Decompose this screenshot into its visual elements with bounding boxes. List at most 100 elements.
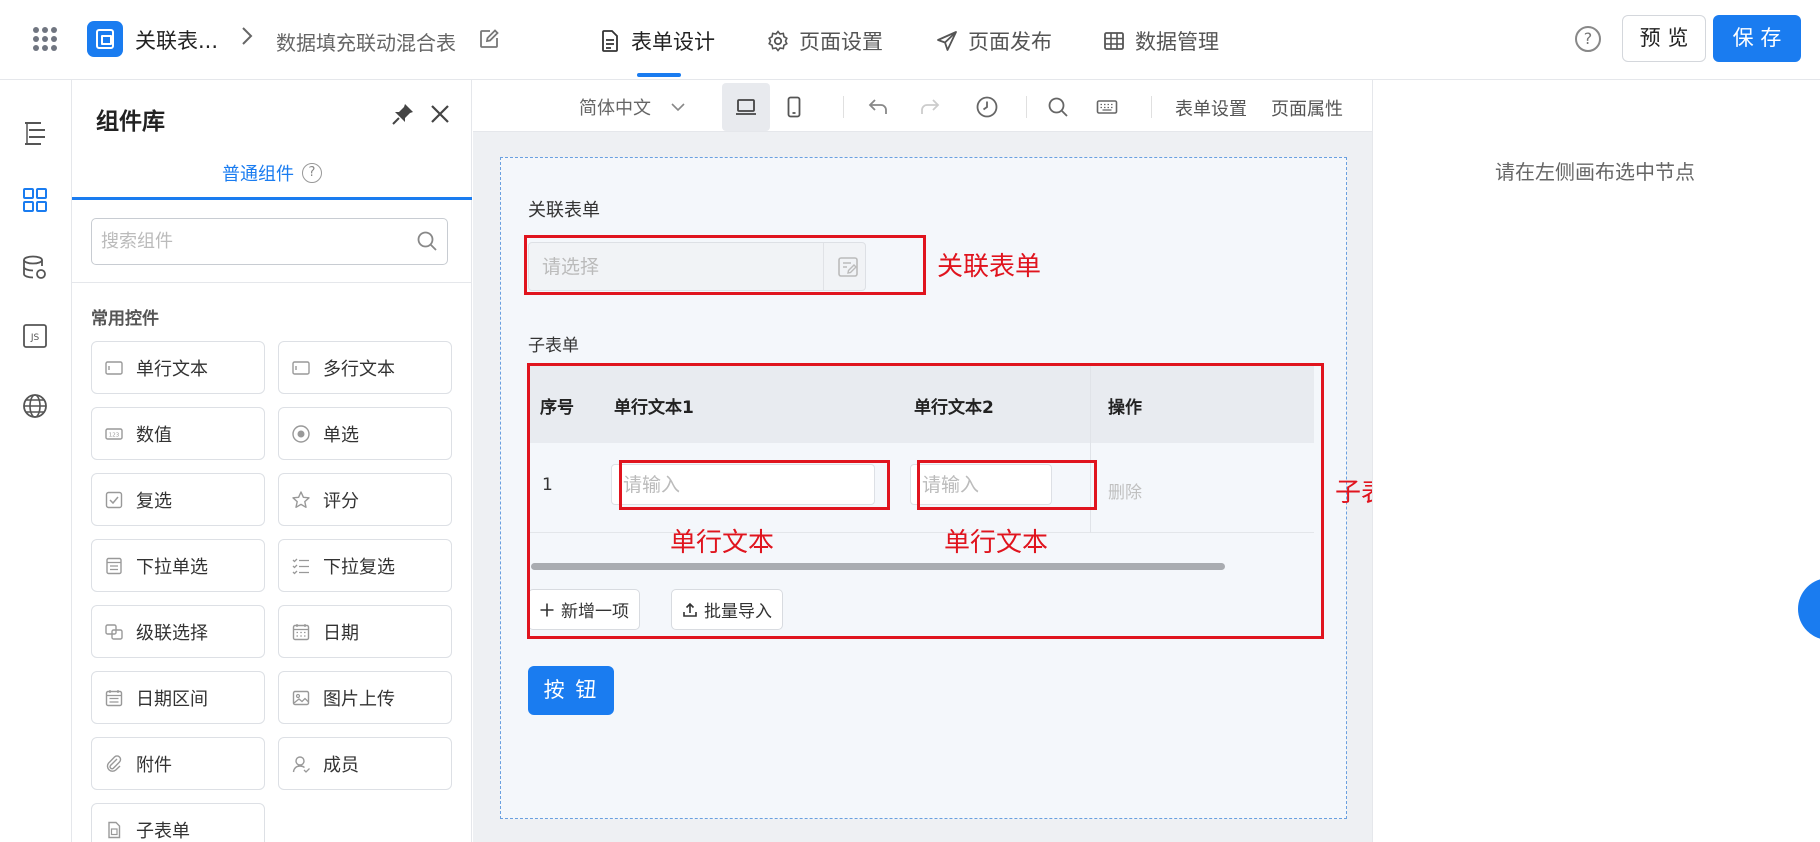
component-date[interactable]: 日期 (278, 605, 452, 658)
tab-data-management-label: 数据管理 (1135, 30, 1219, 54)
component-label: 下拉复选 (323, 556, 395, 578)
components-grid-icon[interactable] (21, 186, 49, 214)
component-cascade[interactable]: 级联选择 (91, 605, 265, 658)
tab-form-design[interactable]: 表单设计 (598, 26, 715, 56)
relation-form-label: 关联表单 (528, 200, 600, 221)
cascade-icon (105, 623, 123, 640)
section-title-common-controls: 常用控件 (91, 309, 159, 329)
breadcrumb-page-name: 数据填充联动混合表 (276, 31, 456, 55)
language-select-value: 简体中文 (579, 98, 651, 119)
form-button[interactable]: 按 钮 (528, 666, 614, 715)
left-icon-rail: JS (0, 80, 72, 842)
preview-button[interactable]: 预 览 (1622, 15, 1706, 62)
subform-icon (108, 821, 121, 838)
svg-text:123: 123 (109, 432, 120, 438)
app-launcher-icon[interactable] (33, 27, 57, 51)
component-search-input[interactable] (92, 219, 392, 263)
keyboard-shortcuts-button[interactable] (1083, 83, 1131, 131)
calendar-icon (292, 623, 310, 640)
tab-common-components[interactable]: 普通组件 ? (222, 160, 322, 186)
component-rating[interactable]: 评分 (278, 473, 452, 526)
desktop-view-button[interactable] (722, 83, 770, 131)
language-select[interactable]: 简体中文 (579, 94, 687, 120)
number-icon: 123 (105, 427, 123, 440)
subform-label: 子表单 (528, 336, 579, 356)
redo-icon (921, 99, 940, 114)
component-member[interactable]: 成员 (278, 737, 452, 790)
database-icon[interactable] (21, 254, 49, 282)
component-dropdown-single[interactable]: 下拉单选 (91, 539, 265, 592)
properties-panel: 请在左侧画布选中节点 (1372, 80, 1820, 842)
radio-icon (292, 424, 310, 443)
component-radio[interactable]: 单选 (278, 407, 452, 460)
star-icon (292, 490, 310, 508)
page-properties-link[interactable]: 页面属性 (1271, 95, 1343, 121)
annotation-label-text2: 单行文本 (944, 528, 1049, 558)
help-icon[interactable]: ? (302, 163, 322, 183)
component-number[interactable]: 123 数值 (91, 407, 265, 460)
canvas-toolbar: 简体中文 表单设置 页面属性 (473, 80, 1372, 132)
outline-tree-icon[interactable] (21, 118, 49, 146)
component-checkbox[interactable]: 复选 (91, 473, 265, 526)
pin-icon[interactable] (390, 101, 416, 127)
component-label: 成员 (323, 754, 359, 776)
tab-page-settings[interactable]: 页面设置 (766, 26, 883, 56)
search-icon (1048, 97, 1068, 117)
tab-common-components-label: 普通组件 (222, 164, 294, 185)
component-label: 日期区间 (136, 688, 208, 710)
help-icon[interactable]: ? (1575, 26, 1601, 52)
edit-name-icon[interactable] (478, 28, 500, 50)
component-grid: 单行文本 多行文本 123 数值 单选 复选 评分 下拉单选 下拉复选 级联选择… (91, 341, 453, 842)
component-subform[interactable]: 子表单 (91, 803, 265, 842)
form-settings-link[interactable]: 表单设置 (1175, 95, 1247, 121)
close-icon[interactable] (427, 101, 453, 127)
checkbox-icon (105, 491, 123, 508)
breadcrumb-separator-icon (240, 25, 254, 52)
component-label: 下拉单选 (136, 556, 208, 578)
date-range-icon (105, 689, 123, 706)
redo-button[interactable] (906, 83, 954, 131)
chevron-down-icon (671, 103, 685, 112)
laptop-icon (736, 99, 756, 115)
undo-icon (868, 99, 887, 114)
component-label: 单行文本 (136, 358, 208, 380)
tab-page-settings-label: 页面设置 (799, 30, 883, 54)
history-button[interactable] (963, 83, 1011, 131)
app-title[interactable]: 关联表... (135, 25, 218, 55)
mobile-view-button[interactable] (770, 83, 818, 131)
component-date-range[interactable]: 日期区间 (91, 671, 265, 724)
component-label: 子表单 (136, 820, 190, 842)
component-label: 单选 (323, 424, 359, 446)
component-attachment[interactable]: 附件 (91, 737, 265, 790)
globe-icon[interactable] (21, 392, 49, 420)
component-label: 日期 (323, 622, 359, 644)
js-icon[interactable]: JS (21, 322, 49, 350)
component-search[interactable] (91, 218, 448, 265)
tab-data-management[interactable]: 数据管理 (1102, 26, 1219, 56)
component-label: 级联选择 (136, 622, 208, 644)
member-icon (292, 755, 310, 773)
annotation-label-text1: 单行文本 (670, 528, 775, 558)
component-single-line-text[interactable]: 单行文本 (91, 341, 265, 394)
search-icon[interactable] (415, 229, 439, 253)
top-bar: 关联表... 数据填充联动混合表 表单设计 页面设置 页面发布 数据管理 ? 预… (0, 0, 1820, 80)
component-multi-line-text[interactable]: 多行文本 (278, 341, 452, 394)
library-title: 组件库 (96, 109, 165, 135)
component-dropdown-multi[interactable]: 下拉复选 (278, 539, 452, 592)
component-label: 附件 (136, 754, 172, 776)
search-button[interactable] (1034, 83, 1082, 131)
component-label: 评分 (323, 490, 359, 512)
annotation-label-relation: 关联表单 (937, 252, 1042, 282)
dropdown-multi-icon (292, 558, 309, 574)
component-label: 多行文本 (323, 358, 395, 380)
active-tab-indicator (637, 73, 681, 77)
active-tab-indicator (72, 197, 472, 200)
annotation-box-relation (524, 235, 926, 295)
empty-selection-hint: 请在左侧画布选中节点 (1495, 160, 1695, 184)
tab-page-publish[interactable]: 页面发布 (935, 26, 1052, 56)
gear-icon (768, 30, 788, 52)
undo-button[interactable] (854, 83, 902, 131)
component-image-upload[interactable]: 图片上传 (278, 671, 452, 724)
save-button[interactable]: 保 存 (1713, 15, 1801, 62)
phone-icon (787, 96, 801, 118)
